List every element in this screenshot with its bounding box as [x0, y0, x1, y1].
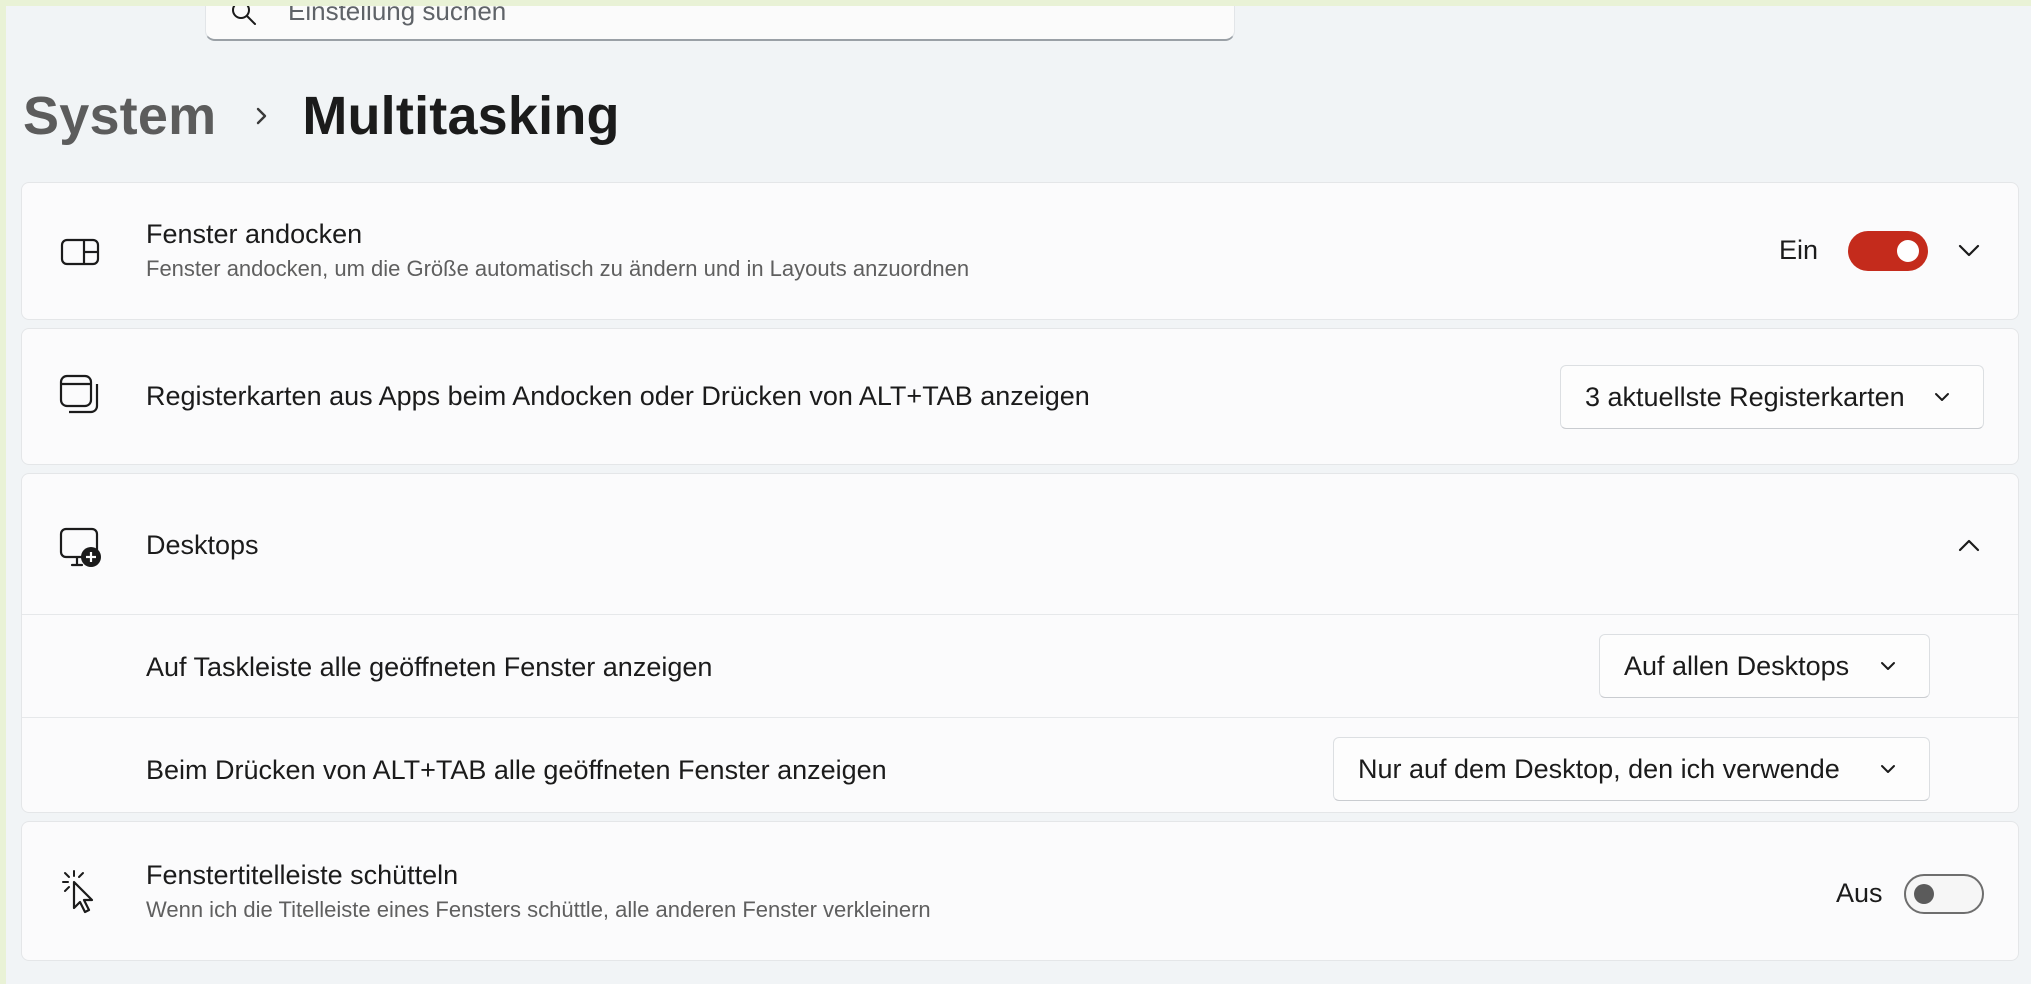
snap-description: Fenster andocken, um die Größe automatis…	[146, 256, 970, 281]
tabs-dropdown-value: 3 aktuellste Registerkarten	[1585, 381, 1905, 412]
chevron-right-icon	[257, 107, 267, 125]
snap-title: Fenster andocken	[146, 219, 363, 249]
settings-window: System Multitasking Fenster andocken Fen…	[6, 6, 2031, 984]
breadcrumb-system[interactable]: System	[23, 85, 216, 147]
shake-cursor-icon	[58, 870, 102, 914]
divider	[22, 614, 2018, 615]
shake-title: Fenstertitelleiste schütteln	[146, 860, 459, 890]
title-bar-shake-card[interactable]: Fenstertitelleiste schütteln Wenn ich di…	[21, 821, 2019, 961]
shake-toggle[interactable]	[1904, 874, 1984, 914]
snap-layout-icon	[58, 230, 102, 274]
desktops-card: Desktops Auf Taskleiste alle geöffneten …	[21, 473, 2019, 813]
tabs-icon	[58, 373, 102, 417]
chevron-down-icon[interactable]	[1956, 238, 1982, 264]
shake-state-label: Aus	[1836, 878, 1883, 908]
toggle-knob	[1914, 884, 1934, 904]
chevron-down-icon	[1881, 765, 1895, 773]
divider	[22, 717, 2018, 718]
tabs-title: Registerkarten aus Apps beim Andocken od…	[146, 381, 1090, 411]
chevron-up-icon[interactable]	[1956, 533, 1982, 559]
desktops-title: Desktops	[146, 530, 259, 560]
alttab-windows-dropdown-value: Nur auf dem Desktop, den ich verwende	[1358, 753, 1840, 784]
search-icon	[232, 6, 256, 25]
chevron-down-icon	[1881, 662, 1895, 670]
snap-toggle[interactable]	[1848, 231, 1928, 271]
search-box[interactable]	[205, 6, 1235, 41]
new-desktop-icon	[58, 526, 102, 570]
alttab-windows-dropdown[interactable]: Nur auf dem Desktop, den ich verwende	[1333, 737, 1930, 801]
alttab-windows-title: Beim Drücken von ALT+TAB alle geöffneten…	[146, 755, 887, 785]
tabs-dropdown[interactable]: 3 aktuellste Registerkarten	[1560, 365, 1984, 429]
shake-description: Wenn ich die Titelleiste eines Fensters …	[146, 897, 931, 922]
taskbar-windows-title: Auf Taskleiste alle geöffneten Fenster a…	[146, 652, 713, 682]
toggle-knob	[1897, 240, 1919, 262]
breadcrumb: System Multitasking	[23, 80, 620, 152]
search-input[interactable]	[288, 6, 1088, 27]
snap-state-label: Ein	[1779, 235, 1819, 265]
taskbar-windows-dropdown[interactable]: Auf allen Desktops	[1599, 634, 1930, 698]
tabs-card: Registerkarten aus Apps beim Andocken od…	[21, 328, 2019, 465]
chevron-down-icon	[1935, 393, 1949, 401]
taskbar-windows-dropdown-value: Auf allen Desktops	[1624, 650, 1850, 681]
snap-windows-card[interactable]: Fenster andocken Fenster andocken, um di…	[21, 182, 2019, 320]
page-title: Multitasking	[302, 86, 620, 146]
